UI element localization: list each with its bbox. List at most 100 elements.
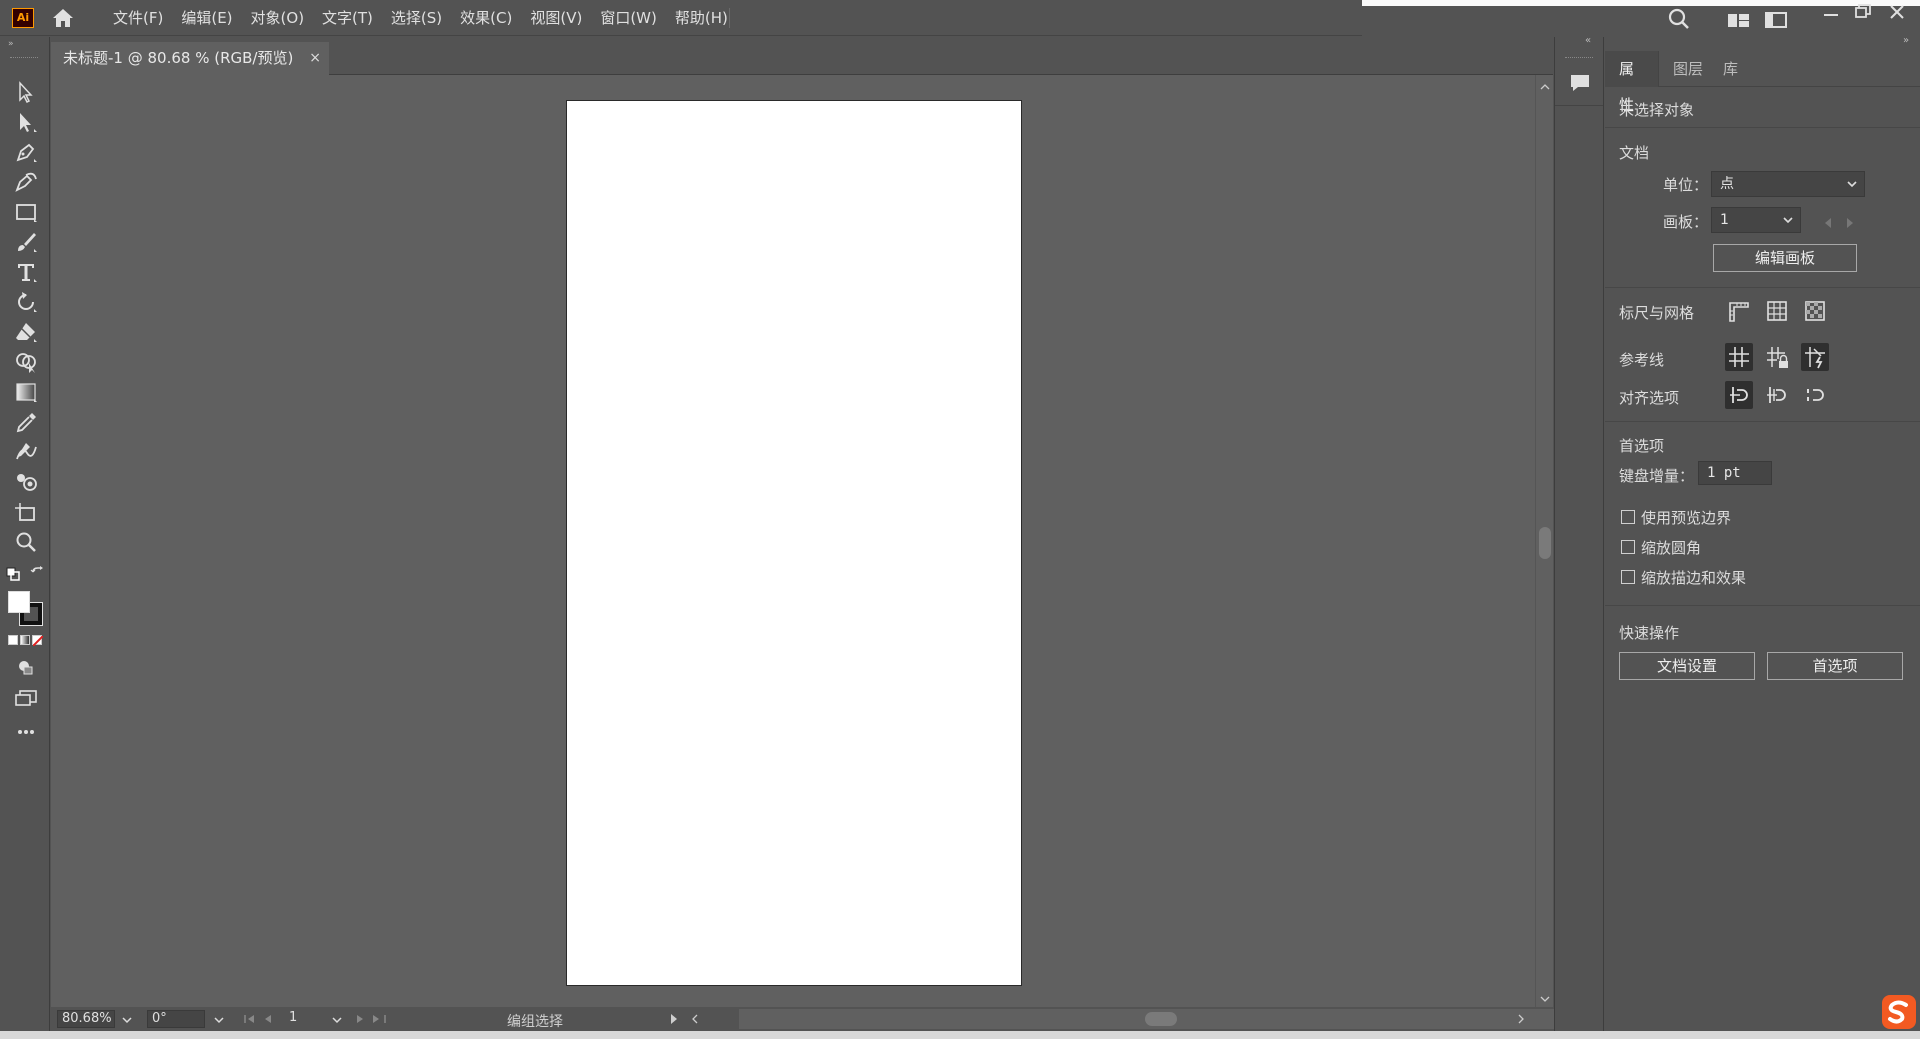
rectangle-tool-icon[interactable] <box>12 199 40 225</box>
zoom-dropdown-icon[interactable] <box>121 1014 133 1029</box>
curvature-tool-icon[interactable] <box>12 169 40 195</box>
document-section-title: 文档 <box>1619 144 1650 162</box>
ruler-icon[interactable] <box>1725 297 1753 325</box>
minimize-icon[interactable] <box>1818 2 1844 26</box>
fill-swatch[interactable] <box>8 591 30 613</box>
shape-builder-tool-icon[interactable] <box>12 349 40 375</box>
scale-corners-checkbox[interactable] <box>1621 540 1635 554</box>
expand-dock-icon[interactable]: « <box>1585 35 1591 46</box>
edit-artboard-button[interactable]: 编辑画板 <box>1713 244 1857 272</box>
artboard-number-field[interactable]: 1 <box>285 1010 325 1028</box>
menu-type[interactable]: 文字(T) <box>313 0 382 36</box>
section-divider <box>1605 421 1920 422</box>
smart-guides-icon[interactable] <box>1801 343 1829 371</box>
close-tab-icon[interactable]: × <box>309 42 321 75</box>
vertical-scrollbar[interactable] <box>1535 75 1553 1007</box>
next-artboard-icon[interactable] <box>1845 215 1855 233</box>
show-guides-icon[interactable] <box>1725 343 1753 371</box>
transparency-grid-icon[interactable] <box>1801 297 1829 325</box>
symbol-sprayer-tool-icon[interactable] <box>12 469 40 495</box>
search-icon[interactable] <box>1666 7 1692 31</box>
arrange-documents-icon[interactable] <box>1726 8 1752 32</box>
tab-libraries[interactable]: 库 <box>1709 51 1752 87</box>
comments-icon[interactable] <box>1567 70 1593 96</box>
collapse-panel-icon[interactable]: » <box>1903 35 1909 46</box>
previous-artboard-icon[interactable] <box>1823 215 1833 233</box>
menu-object[interactable]: 对象(O) <box>242 0 314 36</box>
input-method-icon[interactable] <box>1880 993 1918 1031</box>
canvas[interactable] <box>51 75 1535 1007</box>
gradient-tool-icon[interactable] <box>12 379 40 405</box>
workspace-switcher-icon[interactable] <box>1763 8 1789 32</box>
document-setup-button[interactable]: 文档设置 <box>1619 652 1755 680</box>
next-last-artboard-icons[interactable] <box>353 1013 389 1025</box>
paintbrush-tool-icon[interactable] <box>12 229 40 255</box>
rotation-field[interactable]: 0° <box>147 1010 205 1028</box>
scroll-up-icon[interactable] <box>1540 79 1550 95</box>
gradient-mode-icon[interactable] <box>20 635 30 645</box>
eraser-tool-icon[interactable] <box>12 319 40 345</box>
snap-to-point-icon[interactable] <box>1763 381 1791 409</box>
direct-selection-tool-icon[interactable] <box>12 109 40 135</box>
document-tab[interactable]: 未标题-1 @ 80.68 % (RGB/预览) × <box>51 42 329 75</box>
more-tools-icon[interactable] <box>12 719 40 745</box>
swap-fill-stroke-icon[interactable] <box>30 566 46 582</box>
menu-edit[interactable]: 编辑(E) <box>172 0 241 36</box>
artboard-value: 1 <box>1720 212 1729 228</box>
zoom-tool-icon[interactable] <box>12 529 40 555</box>
units-select[interactable]: 点 <box>1711 171 1865 197</box>
horizontal-scrollbar[interactable] <box>739 1009 1579 1029</box>
artboard[interactable] <box>566 100 1022 986</box>
artboard-dropdown-icon[interactable] <box>331 1014 343 1029</box>
menu-window[interactable]: 窗口(W) <box>591 0 666 36</box>
tab-properties[interactable]: 属性 <box>1605 51 1659 114</box>
rotate-tool-icon[interactable] <box>12 289 40 315</box>
dock-grip[interactable] <box>1565 57 1593 60</box>
eyedropper-tool-icon[interactable] <box>12 409 40 435</box>
selection-tool-icon[interactable] <box>12 79 40 105</box>
horizontal-scroll-thumb[interactable] <box>1145 1012 1177 1026</box>
draw-mode-icon[interactable] <box>12 655 40 681</box>
snap-to-glyph-icon[interactable] <box>1725 381 1753 409</box>
scale-strokes-checkbox[interactable] <box>1621 570 1635 584</box>
vertical-scroll-thumb[interactable] <box>1539 527 1551 559</box>
menu-bar: Ai 文件(F) 编辑(E) 对象(O) 文字(T) 选择(S) 效果(C) 视… <box>0 0 1920 36</box>
toolbar-grip[interactable] <box>10 57 38 60</box>
status-bar: 80.68% 0° 1 编组选择 <box>51 1007 1579 1031</box>
menu-select[interactable]: 选择(S) <box>382 0 451 36</box>
lock-guides-icon[interactable] <box>1763 343 1791 371</box>
type-tool-icon[interactable] <box>12 259 40 285</box>
rotation-dropdown-icon[interactable] <box>213 1014 225 1029</box>
menu-view[interactable]: 视图(V) <box>521 0 591 36</box>
close-window-icon[interactable] <box>1884 0 1910 24</box>
grid-icon[interactable] <box>1763 297 1791 325</box>
status-menu-arrow-icon[interactable] <box>669 1013 679 1029</box>
menu-help[interactable]: 帮助(H) <box>666 0 737 36</box>
menu-effect[interactable]: 效果(C) <box>451 0 521 36</box>
home-icon[interactable] <box>50 7 76 29</box>
use-preview-bounds-checkbox[interactable] <box>1621 510 1635 524</box>
units-dropdown-icon <box>1847 181 1857 188</box>
pen-tool-icon[interactable] <box>12 139 40 165</box>
default-fill-stroke-icon[interactable] <box>6 567 20 581</box>
screen-mode-icon[interactable] <box>12 685 40 711</box>
color-mode-icon[interactable] <box>8 635 18 645</box>
restore-icon[interactable] <box>1850 0 1876 24</box>
collapse-toolbar-icon[interactable]: » <box>8 39 14 49</box>
document-tab-title: 未标题-1 @ 80.68 % (RGB/预览) <box>63 49 294 67</box>
scroll-left-icon[interactable] <box>691 1013 699 1029</box>
keyboard-increment-input[interactable]: 1 pt <box>1698 461 1772 485</box>
preferences-button[interactable]: 首选项 <box>1767 652 1903 680</box>
zoom-field[interactable]: 80.68% <box>57 1010 115 1028</box>
none-mode-icon[interactable] <box>32 635 43 646</box>
menu-file[interactable]: 文件(F) <box>104 0 172 36</box>
scroll-right-icon[interactable] <box>1517 1013 1525 1029</box>
artboard-tool-icon[interactable] <box>12 499 40 525</box>
blend-tool-icon[interactable] <box>12 439 40 465</box>
artboard-select[interactable]: 1 <box>1711 207 1801 233</box>
snap-to-pixel-icon[interactable] <box>1801 381 1829 409</box>
fill-stroke-swatch[interactable] <box>6 591 44 626</box>
color-mode-buttons <box>8 635 44 647</box>
scroll-down-icon[interactable] <box>1540 991 1550 1007</box>
first-prev-artboard-icons[interactable] <box>243 1013 279 1025</box>
